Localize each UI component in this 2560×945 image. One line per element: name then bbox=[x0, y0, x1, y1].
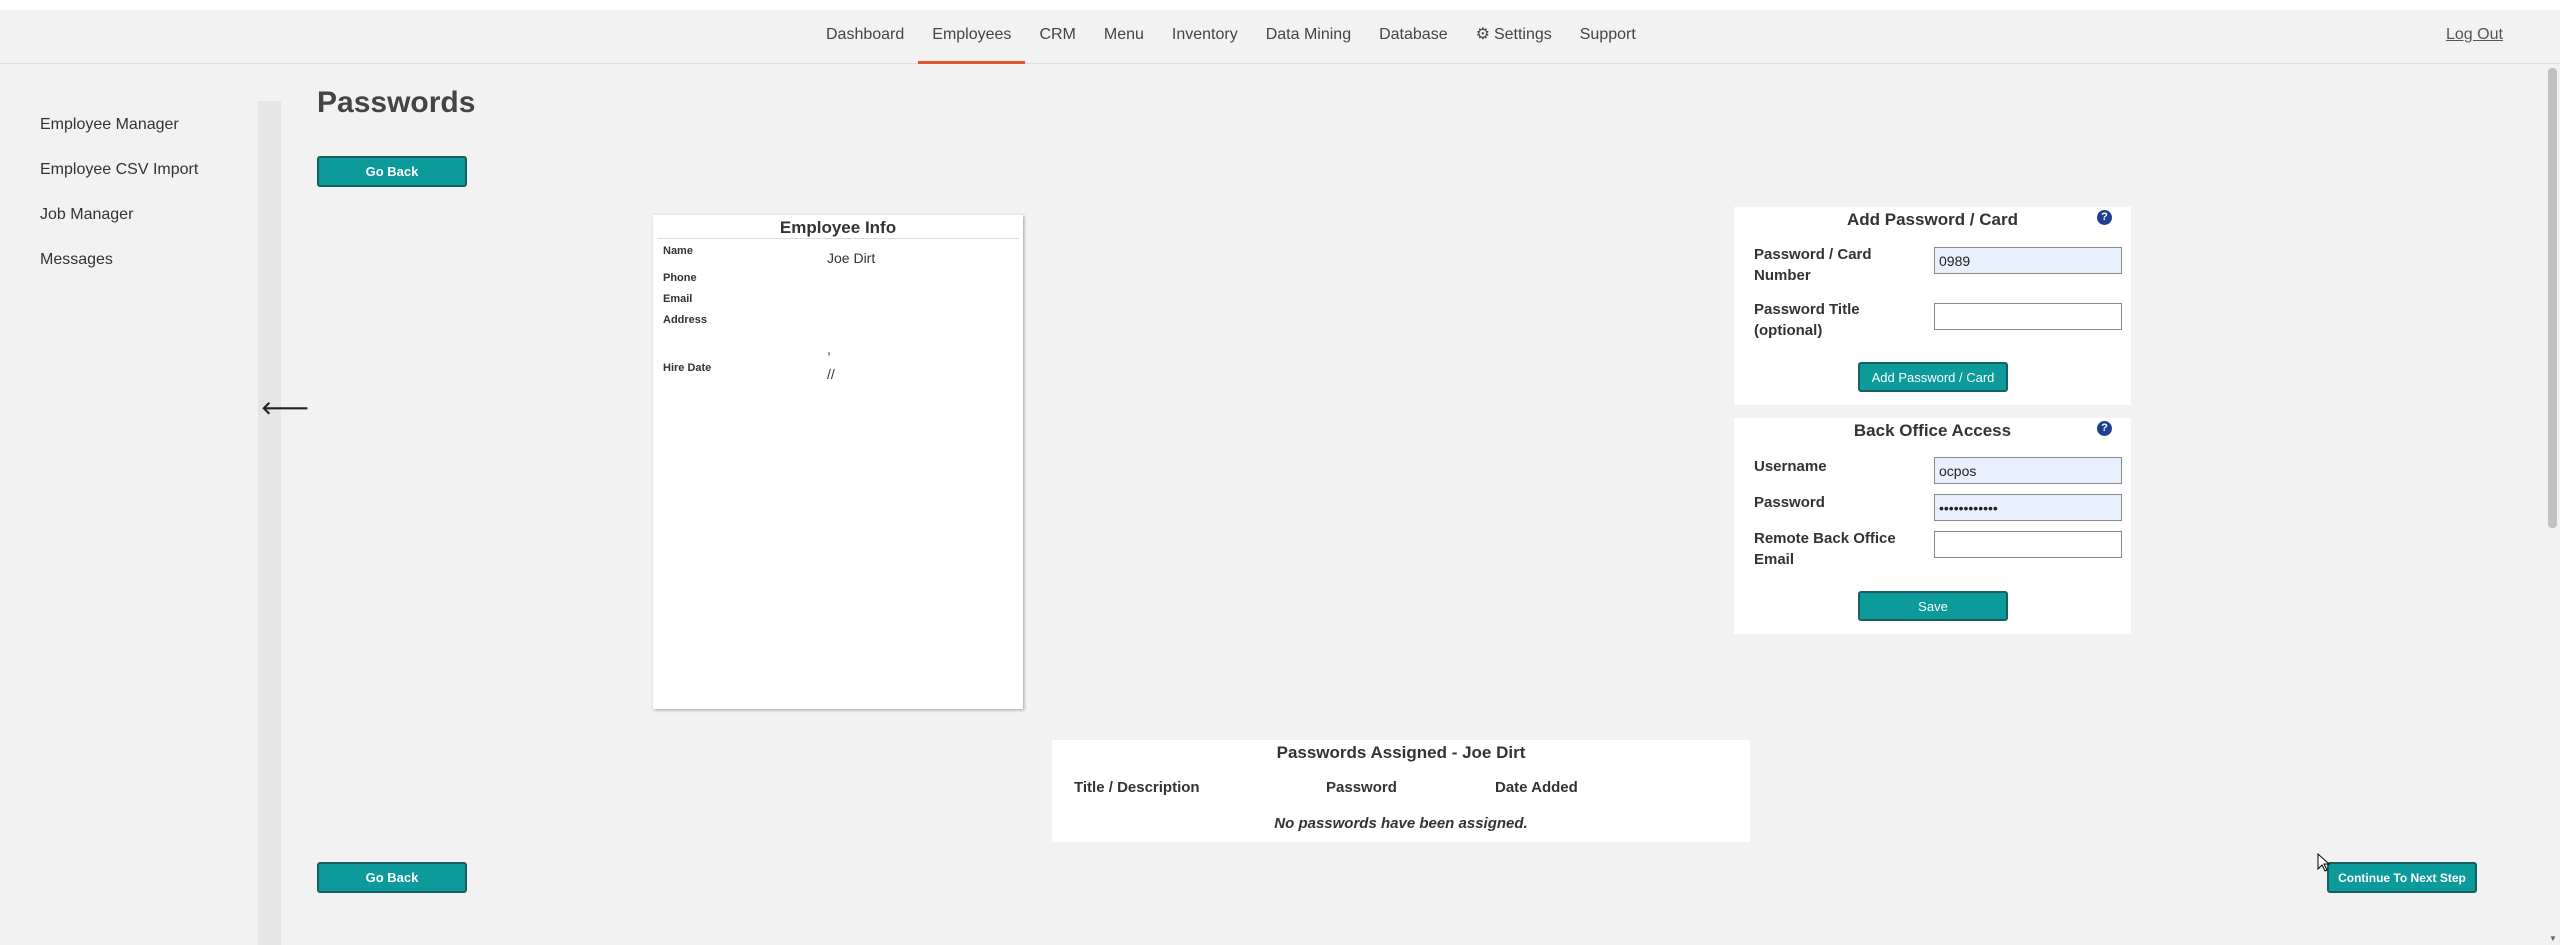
nav-crm[interactable]: CRM bbox=[1025, 10, 1089, 64]
passwords-assigned-panel: Passwords Assigned - Joe Dirt Title / De… bbox=[1052, 740, 1750, 842]
page-title: Passwords bbox=[317, 86, 476, 119]
employee-info-title: Employee Info bbox=[657, 215, 1019, 239]
go-back-button-bottom[interactable]: Go Back bbox=[317, 862, 467, 893]
arrow-left-icon[interactable]: 🡐 bbox=[261, 398, 309, 419]
logout-link[interactable]: Log Out bbox=[2446, 10, 2503, 64]
remote-email-label: Remote Back Office Email bbox=[1754, 528, 1896, 570]
username-input[interactable] bbox=[1934, 457, 2122, 484]
hire-date-label: Hire Date bbox=[663, 362, 712, 374]
remote-email-label-line1: Remote Back Office bbox=[1754, 530, 1896, 547]
passwords-assigned-title: Passwords Assigned - Joe Dirt bbox=[1276, 743, 1526, 762]
top-navbar: Dashboard Employees CRM Menu Inventory D… bbox=[0, 10, 2560, 64]
scrollbar[interactable]: ▼ bbox=[2545, 64, 2560, 945]
password-title-label-line1: Password Title bbox=[1754, 301, 1860, 318]
sidebar: Employee Manager Employee CSV Import Job… bbox=[40, 110, 198, 290]
email-label: Email bbox=[663, 293, 693, 305]
sidebar-item-job-manager[interactable]: Job Manager bbox=[40, 200, 198, 245]
password-title-input[interactable] bbox=[1934, 303, 2122, 330]
nav-database[interactable]: Database bbox=[1365, 10, 1462, 64]
go-back-button-top[interactable]: Go Back bbox=[317, 156, 467, 187]
remote-email-input[interactable] bbox=[1934, 531, 2122, 558]
sidebar-collapse-rail[interactable] bbox=[258, 101, 281, 945]
password-label: Password bbox=[1754, 494, 1825, 511]
nav-data-mining[interactable]: Data Mining bbox=[1252, 10, 1365, 64]
back-office-panel: Back Office Access ? Username Password R… bbox=[1734, 418, 2131, 634]
username-label: Username bbox=[1754, 458, 1827, 475]
nav-links: Dashboard Employees CRM Menu Inventory D… bbox=[812, 10, 1650, 64]
address-value: , bbox=[827, 341, 831, 357]
phone-label: Phone bbox=[663, 272, 697, 284]
add-password-panel: Add Password / Card ? Password / Card Nu… bbox=[1734, 207, 2131, 405]
sidebar-item-messages[interactable]: Messages bbox=[40, 245, 198, 290]
save-button[interactable]: Save bbox=[1858, 591, 2008, 621]
password-input[interactable] bbox=[1934, 494, 2122, 521]
empty-message: No passwords have been assigned. bbox=[1274, 815, 1528, 832]
name-label: Name bbox=[663, 245, 693, 257]
name-value: Joe Dirt bbox=[827, 250, 876, 266]
nav-settings-label: Settings bbox=[1493, 26, 1552, 43]
sidebar-item-employee-csv-import[interactable]: Employee CSV Import bbox=[40, 155, 198, 200]
sidebar-item-employee-manager[interactable]: Employee Manager bbox=[40, 110, 198, 155]
nav-inventory[interactable]: Inventory bbox=[1158, 10, 1252, 64]
add-password-button[interactable]: Add Password / Card bbox=[1858, 362, 2008, 392]
gear-icon: ⚙ bbox=[1475, 26, 1490, 43]
hire-date-value: // bbox=[827, 366, 835, 382]
employee-info-panel: Employee Info Name Joe Dirt Phone Email … bbox=[653, 215, 1023, 709]
remote-email-label-line2: Email bbox=[1754, 551, 1795, 568]
nav-support[interactable]: Support bbox=[1566, 10, 1650, 64]
nav-settings[interactable]: ⚙ Settings bbox=[1462, 10, 1566, 64]
column-header-date-added: Date Added bbox=[1495, 779, 1578, 796]
column-header-password: Password bbox=[1326, 779, 1397, 796]
card-number-label-line2: Number bbox=[1754, 267, 1811, 284]
back-office-title: Back Office Access bbox=[1853, 421, 2012, 440]
top-strip bbox=[0, 0, 2560, 10]
question-circle-icon[interactable]: ? bbox=[2097, 421, 2112, 436]
column-header-title: Title / Description bbox=[1074, 779, 1200, 796]
continue-next-step-button[interactable]: Continue To Next Step bbox=[2327, 862, 2477, 893]
mouse-cursor-icon bbox=[2317, 853, 2331, 872]
card-number-label-line1: Password / Card bbox=[1754, 246, 1872, 263]
address-label: Address bbox=[663, 314, 708, 326]
nav-dashboard[interactable]: Dashboard bbox=[812, 10, 918, 64]
card-number-label: Password / Card Number bbox=[1754, 244, 1872, 286]
add-password-title: Add Password / Card bbox=[1847, 210, 2018, 229]
card-number-input[interactable] bbox=[1934, 247, 2122, 274]
nav-employees[interactable]: Employees bbox=[918, 10, 1026, 64]
nav-menu[interactable]: Menu bbox=[1090, 10, 1158, 64]
scrollbar-thumb[interactable] bbox=[2548, 68, 2557, 528]
scroll-down-arrow-icon[interactable]: ▼ bbox=[2549, 934, 2557, 943]
password-title-label-line2: (optional) bbox=[1754, 322, 1823, 339]
password-title-label: Password Title (optional) bbox=[1754, 299, 1860, 341]
question-circle-icon[interactable]: ? bbox=[2097, 210, 2112, 225]
